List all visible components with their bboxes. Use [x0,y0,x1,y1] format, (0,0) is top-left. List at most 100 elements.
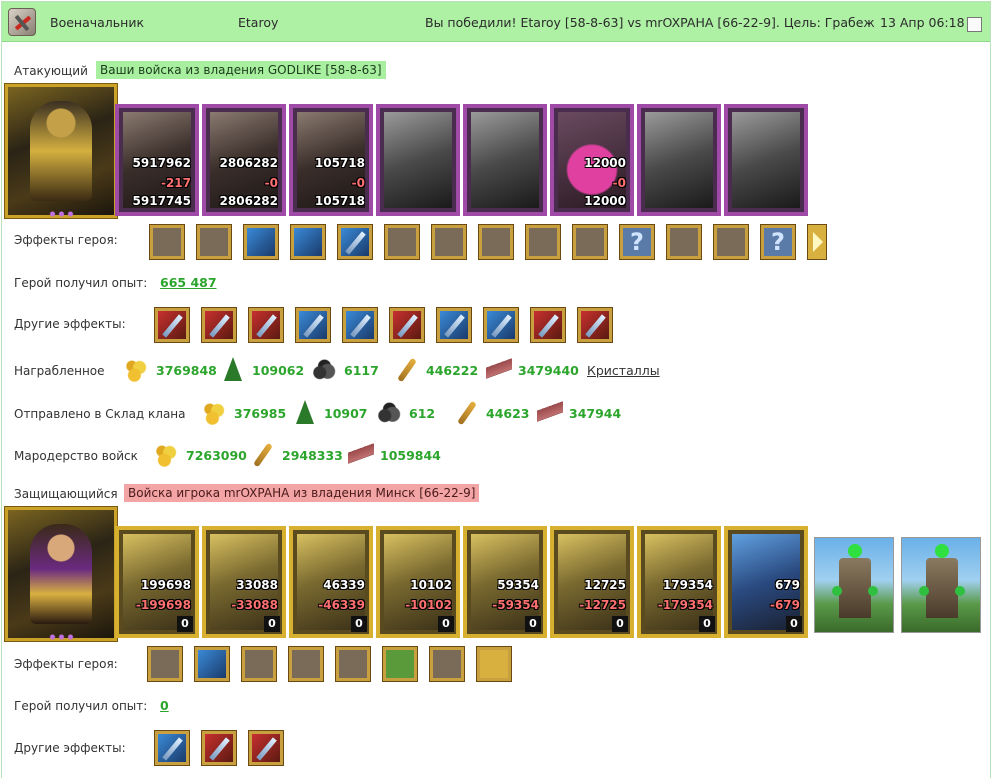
sword-icon[interactable] [337,224,373,260]
unit-count-end: 105718 [314,194,365,208]
handshake-shield-icon[interactable] [290,224,326,260]
unit-count-loss: -0 [264,176,278,190]
hand-icon[interactable] [431,224,467,260]
unit-count-start: 59354 [497,578,539,592]
fortress-icon[interactable] [147,646,183,682]
scroll-right-icon[interactable] [807,224,827,260]
wheat-icon [454,400,480,426]
battle-swords-icon [8,8,36,36]
unit-card[interactable]: 105718 -0 105718 [289,104,373,216]
unit-count-loss: -679 [769,598,800,612]
unit-card[interactable] [637,104,721,216]
handshake-sword-icon[interactable] [384,224,420,260]
unit-card[interactable] [724,104,808,216]
unit-count-start: 12000 [584,156,626,170]
dice-icon[interactable] [196,224,232,260]
fist-sword-icon[interactable] [201,730,237,766]
skull-gold-icon[interactable] [572,224,608,260]
battle-icon[interactable] [666,224,702,260]
fist-sword-icon[interactable] [530,307,566,343]
treasure-icon[interactable] [478,224,514,260]
clan-storage-label: Отправлено в Склад клана [14,407,186,421]
unit-count-end: 0 [525,616,541,632]
defender-hero-effects [147,646,512,682]
unit-card[interactable]: 46339 -46339 0 [289,526,373,638]
resource-item: 2948333 [250,442,343,468]
gold-icon [202,400,228,426]
unit-card[interactable] [376,104,460,216]
unit-card[interactable]: 2806282 -0 2806282 [202,104,286,216]
resource-value: 612 [409,405,436,421]
unit-count-start: 33088 [236,578,278,592]
ring-icon[interactable] [241,646,277,682]
sword-icon[interactable] [342,307,378,343]
crystal-icon [486,357,512,383]
crystals-link[interactable]: Кристаллы [587,363,660,378]
defender-hero-effects-label: Эффекты героя: [14,657,118,671]
unit-count-start: 679 [774,578,800,592]
question-icon[interactable] [619,224,655,260]
unit-count-start: 105718 [314,156,365,170]
resource-item: 376985 [202,400,286,426]
amulet-icon[interactable] [335,646,371,682]
unit-card[interactable]: 199698 -199698 0 [115,526,199,638]
unit-card[interactable]: 12000 -0 12000 [550,104,634,216]
sword-icon[interactable] [483,307,519,343]
sword-icon[interactable] [154,730,190,766]
heart-sword-icon[interactable] [389,307,425,343]
fist-sword-icon[interactable] [248,730,284,766]
unit-count-loss: -179354 [657,598,713,612]
wood-icon [220,357,246,383]
clover-icon[interactable] [476,646,512,682]
unit-card[interactable]: 5917962 -217 5917745 [115,104,199,216]
attacker-banner: Ваши войска из владения GODLIKE [58-8-63… [96,61,386,79]
attacker-other-effects [154,307,613,343]
resource-value: 446222 [426,362,479,378]
select-checkbox[interactable] [967,17,982,32]
defense-tower-image[interactable] [814,537,894,633]
defender-hero-portrait[interactable] [4,506,118,642]
player-name[interactable]: Etaroy [238,15,278,30]
attacker-exp-value[interactable]: 665 487 [160,275,217,290]
crystal-icon [537,400,563,426]
question-icon[interactable] [760,224,796,260]
sword-icon[interactable] [436,307,472,343]
clover-icon[interactable] [382,646,418,682]
unit-count-end: 12000 [584,194,626,208]
unit-card[interactable]: 179354 -179354 0 [637,526,721,638]
fortress-icon[interactable] [149,224,185,260]
resource-value: 3769848 [156,362,217,378]
defender-exp-value[interactable]: 0 [160,698,169,713]
fire-gold-icon[interactable] [525,224,561,260]
unit-count-loss: -46339 [318,598,365,612]
sword-icon[interactable] [295,307,331,343]
defender-label: Защищающийся [14,487,118,501]
defense-tower-image[interactable] [901,537,981,633]
wheat-icon [250,442,276,468]
resource-value: 7263090 [186,447,247,463]
unit-card[interactable]: 10102 -10102 0 [376,526,460,638]
totem-icon[interactable] [713,224,749,260]
fist-sword-icon[interactable] [154,307,190,343]
armor-icon[interactable] [288,646,324,682]
bow-icon[interactable] [429,646,465,682]
shield-icon[interactable] [243,224,279,260]
unit-count-end: 5917745 [132,194,191,208]
heart-sword-icon[interactable] [248,307,284,343]
resource-value: 44623 [486,405,530,421]
fist-sword-icon[interactable] [577,307,613,343]
unit-card[interactable]: 12725 -12725 0 [550,526,634,638]
unit-card[interactable]: 679 -679 0 [724,526,808,638]
unit-card[interactable]: 59354 -59354 0 [463,526,547,638]
resource-item: 44623 [454,400,530,426]
unit-card[interactable]: 33088 -33088 0 [202,526,286,638]
resource-item: 6117 [312,357,379,383]
ore-icon [377,400,403,426]
hero-figure [30,101,92,201]
fist-sword-icon[interactable] [201,307,237,343]
shield-icon[interactable] [194,646,230,682]
unit-count-end: 0 [699,616,715,632]
unit-card[interactable] [463,104,547,216]
attacker-hero-portrait[interactable] [4,83,118,219]
unit-count-loss: -199698 [135,598,191,612]
